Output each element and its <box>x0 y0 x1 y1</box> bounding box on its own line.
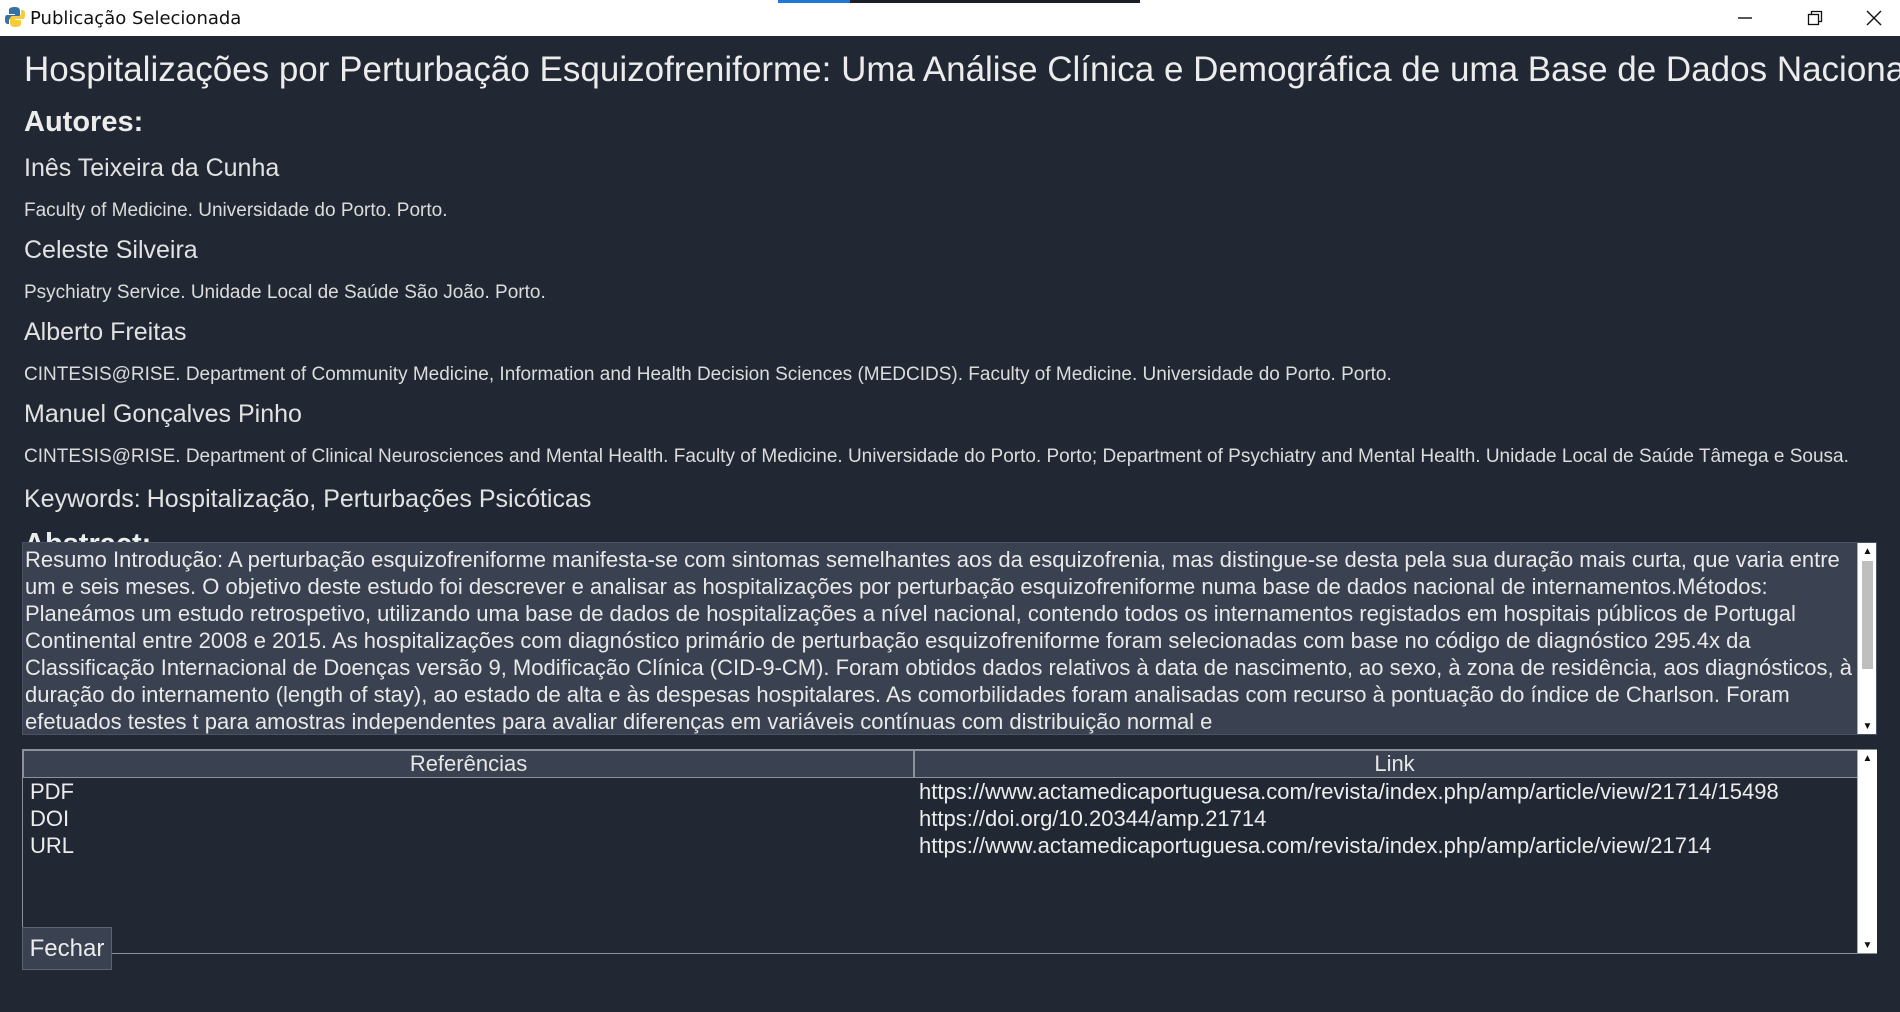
scroll-down-arrow[interactable]: ▼ <box>1858 937 1877 953</box>
author-affiliation: CINTESIS@RISE. Department of Community M… <box>24 364 1392 385</box>
python-icon <box>5 7 25 27</box>
close-icon <box>1866 10 1882 26</box>
scroll-thumb[interactable] <box>1862 561 1873 669</box>
abstract-scrollbar[interactable]: ▲ ▼ <box>1857 543 1876 734</box>
reference-type: URL <box>30 833 75 858</box>
abstract-textbox[interactable]: Resumo Introdução: A perturbação esquizo… <box>22 542 1877 735</box>
abstract-text: Resumo Introdução: A perturbação esquizo… <box>25 547 1852 734</box>
restore-icon <box>1807 10 1823 26</box>
column-header-references[interactable]: Referências <box>23 750 915 778</box>
fechar-button[interactable]: Fechar <box>22 927 112 970</box>
publication-title: Hospitalizações por Perturbação Esquizof… <box>24 50 1900 89</box>
reference-type: PDF <box>30 779 74 804</box>
title-accent-bar-dark <box>850 0 1140 3</box>
minimize-button[interactable] <box>1710 0 1780 36</box>
keywords-label: Keywords: <box>24 485 141 513</box>
scroll-up-arrow[interactable]: ▲ <box>1858 543 1876 559</box>
window-title-bar: Publicação Selecionada <box>0 0 1900 36</box>
author-affiliation: Psychiatry Service. Unidade Local de Saú… <box>24 282 546 303</box>
reference-link[interactable]: https://www.actamedicaportuguesa.com/rev… <box>915 778 1779 805</box>
references-table: Referências Link PDF https://www.actamed… <box>22 749 1877 954</box>
author-name: Manuel Gonçalves Pinho <box>24 400 302 428</box>
reference-link[interactable]: https://doi.org/10.20344/amp.21714 <box>915 805 1266 832</box>
author-name: Celeste Silveira <box>24 236 198 264</box>
reference-link[interactable]: https://www.actamedicaportuguesa.com/rev… <box>915 832 1711 859</box>
table-row[interactable]: URL https://www.actamedicaportuguesa.com… <box>23 832 1875 859</box>
author-affiliation: CINTESIS@RISE. Department of Clinical Ne… <box>24 446 1849 467</box>
reference-type: DOI <box>30 806 70 831</box>
author-affiliation: Faculty of Medicine. Universidade do Por… <box>24 200 448 221</box>
author-name: Inês Teixeira da Cunha <box>24 154 280 182</box>
scroll-down-arrow[interactable]: ▼ <box>1858 718 1876 734</box>
column-header-link[interactable]: Link <box>914 750 1875 778</box>
keywords: Keywords: Hospitalização, Perturbações Ps… <box>24 485 591 514</box>
keywords-value: Hospitalização, Perturbações Psicóticas <box>146 485 592 513</box>
scroll-up-arrow[interactable]: ▲ <box>1858 750 1877 766</box>
table-row[interactable]: DOI https://doi.org/10.20344/amp.21714 <box>23 805 1875 832</box>
authors-heading: Autores: <box>24 106 144 138</box>
table-row[interactable]: PDF https://www.actamedicaportuguesa.com… <box>23 778 1875 805</box>
author-name: Alberto Freitas <box>24 318 187 346</box>
window-title: Publicação Selecionada <box>30 8 242 29</box>
restore-button[interactable] <box>1780 0 1850 36</box>
table-scrollbar[interactable]: ▲ ▼ <box>1857 750 1877 953</box>
minimize-icon <box>1738 17 1752 19</box>
table-header: Referências Link <box>23 750 1875 778</box>
close-window-button[interactable] <box>1848 0 1900 36</box>
title-accent-bar <box>778 0 850 3</box>
